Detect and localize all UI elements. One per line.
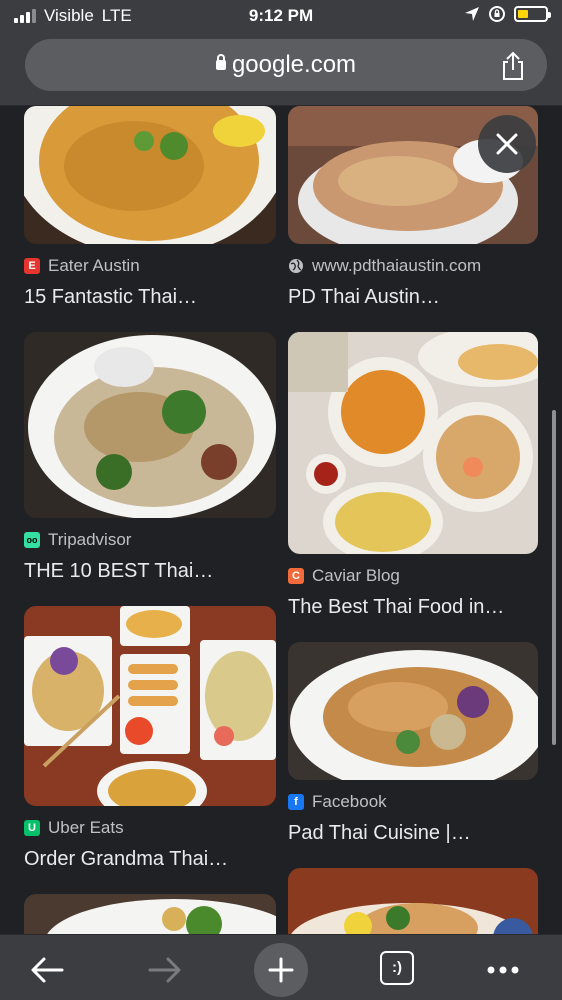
location-icon: [465, 7, 479, 21]
result-source-6[interactable]: f Facebook: [288, 792, 387, 812]
result-title-6[interactable]: Pad Thai Cuisine |…: [288, 822, 471, 845]
globe-icon: [289, 259, 303, 273]
close-button[interactable]: [478, 115, 536, 173]
new-tab-button[interactable]: [254, 943, 308, 997]
facebook-icon: f: [288, 794, 304, 810]
close-icon: [496, 133, 518, 155]
result-title-2[interactable]: PD Thai Austin…: [288, 286, 440, 309]
tabs-button[interactable]: :): [380, 951, 414, 985]
more-icon[interactable]: [478, 945, 528, 995]
bottom-toolbar: :): [0, 934, 562, 1000]
result-source-1[interactable]: E Eater Austin: [24, 256, 140, 276]
url-domain: google.com: [231, 51, 357, 78]
share-icon[interactable]: [499, 51, 527, 81]
result-source-5[interactable]: U Uber Eats: [24, 818, 124, 838]
result-image-3[interactable]: [24, 332, 276, 518]
result-source-4[interactable]: C Caviar Blog: [288, 566, 400, 586]
scrollbar[interactable]: [552, 410, 556, 745]
orientation-lock-icon: [489, 6, 505, 22]
tripadvisor-icon: oo: [24, 532, 40, 548]
address-bar[interactable]: google.com: [25, 39, 547, 91]
status-bar: Visible LTE 9:12 PM: [0, 0, 562, 34]
result-image-5[interactable]: [24, 606, 276, 806]
result-title-5[interactable]: Order Grandma Thai…: [24, 848, 228, 871]
result-title-4[interactable]: The Best Thai Food in…: [288, 596, 504, 619]
ubereats-icon: U: [24, 820, 40, 836]
eater-icon: E: [24, 258, 40, 274]
result-title-3[interactable]: THE 10 BEST Thai…: [24, 560, 213, 583]
battery-icon: [514, 6, 551, 22]
result-image-1[interactable]: [24, 106, 276, 244]
result-source-3[interactable]: oo Tripadvisor: [24, 530, 131, 550]
back-icon[interactable]: [22, 945, 72, 995]
result-image-4[interactable]: [288, 332, 538, 554]
result-title-1[interactable]: 15 Fantastic Thai…: [24, 286, 197, 309]
result-image-6[interactable]: [288, 642, 538, 780]
plus-icon: [268, 957, 294, 983]
result-source-2[interactable]: www.pdthaiaustin.com: [288, 256, 481, 276]
lock-icon: [215, 54, 226, 70]
browser-header: google.com: [0, 34, 562, 106]
forward-icon[interactable]: [140, 945, 190, 995]
caviar-icon: C: [288, 568, 304, 584]
